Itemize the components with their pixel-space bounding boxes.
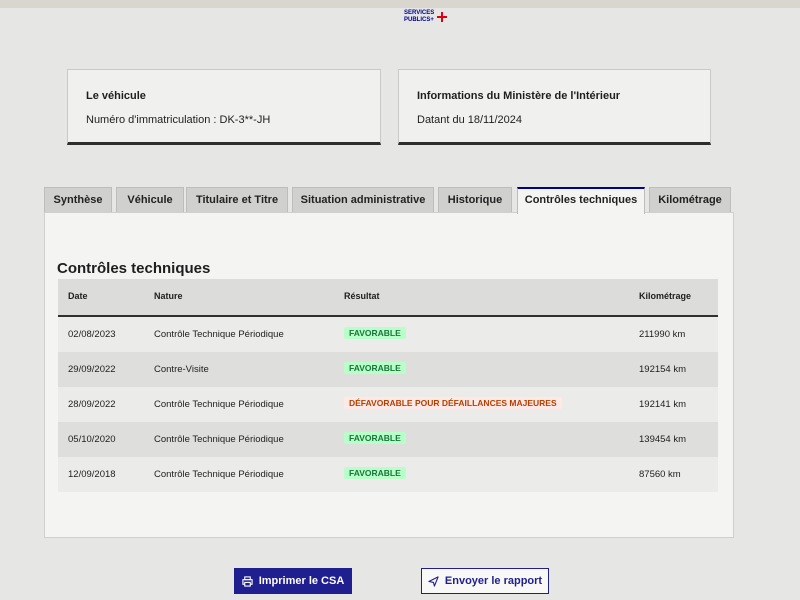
tab-titulaire-titre[interactable]: Titulaire et Titre (186, 187, 288, 212)
result-badge: FAVORABLE (344, 362, 406, 374)
row-nature: Contrôle Technique Périodique (154, 329, 284, 340)
row-date: 29/09/2022 (68, 364, 116, 375)
printer-icon (242, 575, 253, 587)
top-band (0, 0, 800, 8)
header-mileage: Kilométrage (639, 291, 692, 301)
ministry-box-title: Informations du Ministère de l'Intérieur (417, 90, 621, 102)
header-date: Date (68, 291, 88, 301)
info-date: Datant du 18/11/2024 (417, 114, 522, 126)
row-mileage: 139454 km (639, 434, 687, 445)
print-button-label: Imprimer le CSA (258, 575, 345, 587)
result-badge: FAVORABLE (344, 467, 406, 479)
row-date: 05/10/2020 (68, 434, 116, 445)
row-date: 12/09/2018 (68, 469, 116, 480)
row-nature: Contrôle Technique Périodique (154, 469, 284, 480)
table-header: Date Nature Résultat Kilométrage (58, 279, 718, 317)
tab-vehicule[interactable]: Véhicule (116, 187, 184, 212)
table-row: 28/09/2022 Contrôle Technique Périodique… (58, 387, 718, 422)
send-button-label: Envoyer le rapport (444, 575, 543, 587)
registration-number: Numéro d'immatriculation : DK-3**-JH (86, 114, 271, 126)
table-row: 29/09/2022 Contre-Visite FAVORABLE 19215… (58, 352, 718, 387)
technical-inspections-table: Date Nature Résultat Kilométrage 02/08/2… (58, 279, 718, 492)
header-nature: Nature (154, 291, 183, 301)
row-nature: Contre-Visite (154, 364, 209, 375)
row-nature: Contrôle Technique Périodique (154, 434, 284, 445)
tab-kilometrage[interactable]: Kilométrage (649, 187, 731, 212)
ministry-info-box: Informations du Ministère de l'Intérieur… (398, 69, 711, 145)
cross-icon (437, 12, 448, 22)
table-row: 02/08/2023 Contrôle Technique Périodique… (58, 317, 718, 352)
tab-situation-administrative[interactable]: Situation administrative (292, 187, 434, 212)
services-publics-logo[interactable]: SERVICES PUBLICS+ (404, 10, 448, 24)
logo-line-2: PUBLICS+ (404, 17, 434, 23)
table-row: 05/10/2020 Contrôle Technique Périodique… (58, 422, 718, 457)
row-mileage: 192141 km (639, 399, 687, 410)
row-mileage: 211990 km (639, 329, 686, 340)
section-title: Contrôles techniques (57, 260, 211, 277)
tab-historique[interactable]: Historique (438, 187, 512, 212)
vehicle-info-box: Le véhicule Numéro d'immatriculation : D… (67, 69, 381, 145)
row-mileage: 192154 km (639, 364, 687, 375)
result-badge: FAVORABLE (344, 327, 406, 339)
send-report-button[interactable]: Envoyer le rapport (421, 568, 549, 594)
header-result: Résultat (344, 291, 380, 301)
result-badge: DÉFAVORABLE POUR DÉFAILLANCES MAJEURES (344, 397, 562, 409)
tab-controles-techniques[interactable]: Contrôles techniques (517, 187, 645, 214)
row-nature: Contrôle Technique Périodique (154, 399, 284, 410)
print-csa-button[interactable]: Imprimer le CSA (234, 568, 352, 594)
logo-line-1: SERVICES (404, 10, 435, 16)
row-date: 28/09/2022 (68, 399, 116, 410)
table-row: 12/09/2018 Contrôle Technique Périodique… (58, 457, 718, 492)
row-date: 02/08/2023 (68, 329, 116, 340)
row-mileage: 87560 km (639, 469, 681, 480)
tab-synthese[interactable]: Synthèse (44, 187, 112, 212)
send-icon (428, 575, 439, 587)
result-badge: FAVORABLE (344, 432, 406, 444)
table-body: 02/08/2023 Contrôle Technique Périodique… (58, 317, 718, 492)
vehicle-box-title: Le véhicule (86, 90, 146, 102)
